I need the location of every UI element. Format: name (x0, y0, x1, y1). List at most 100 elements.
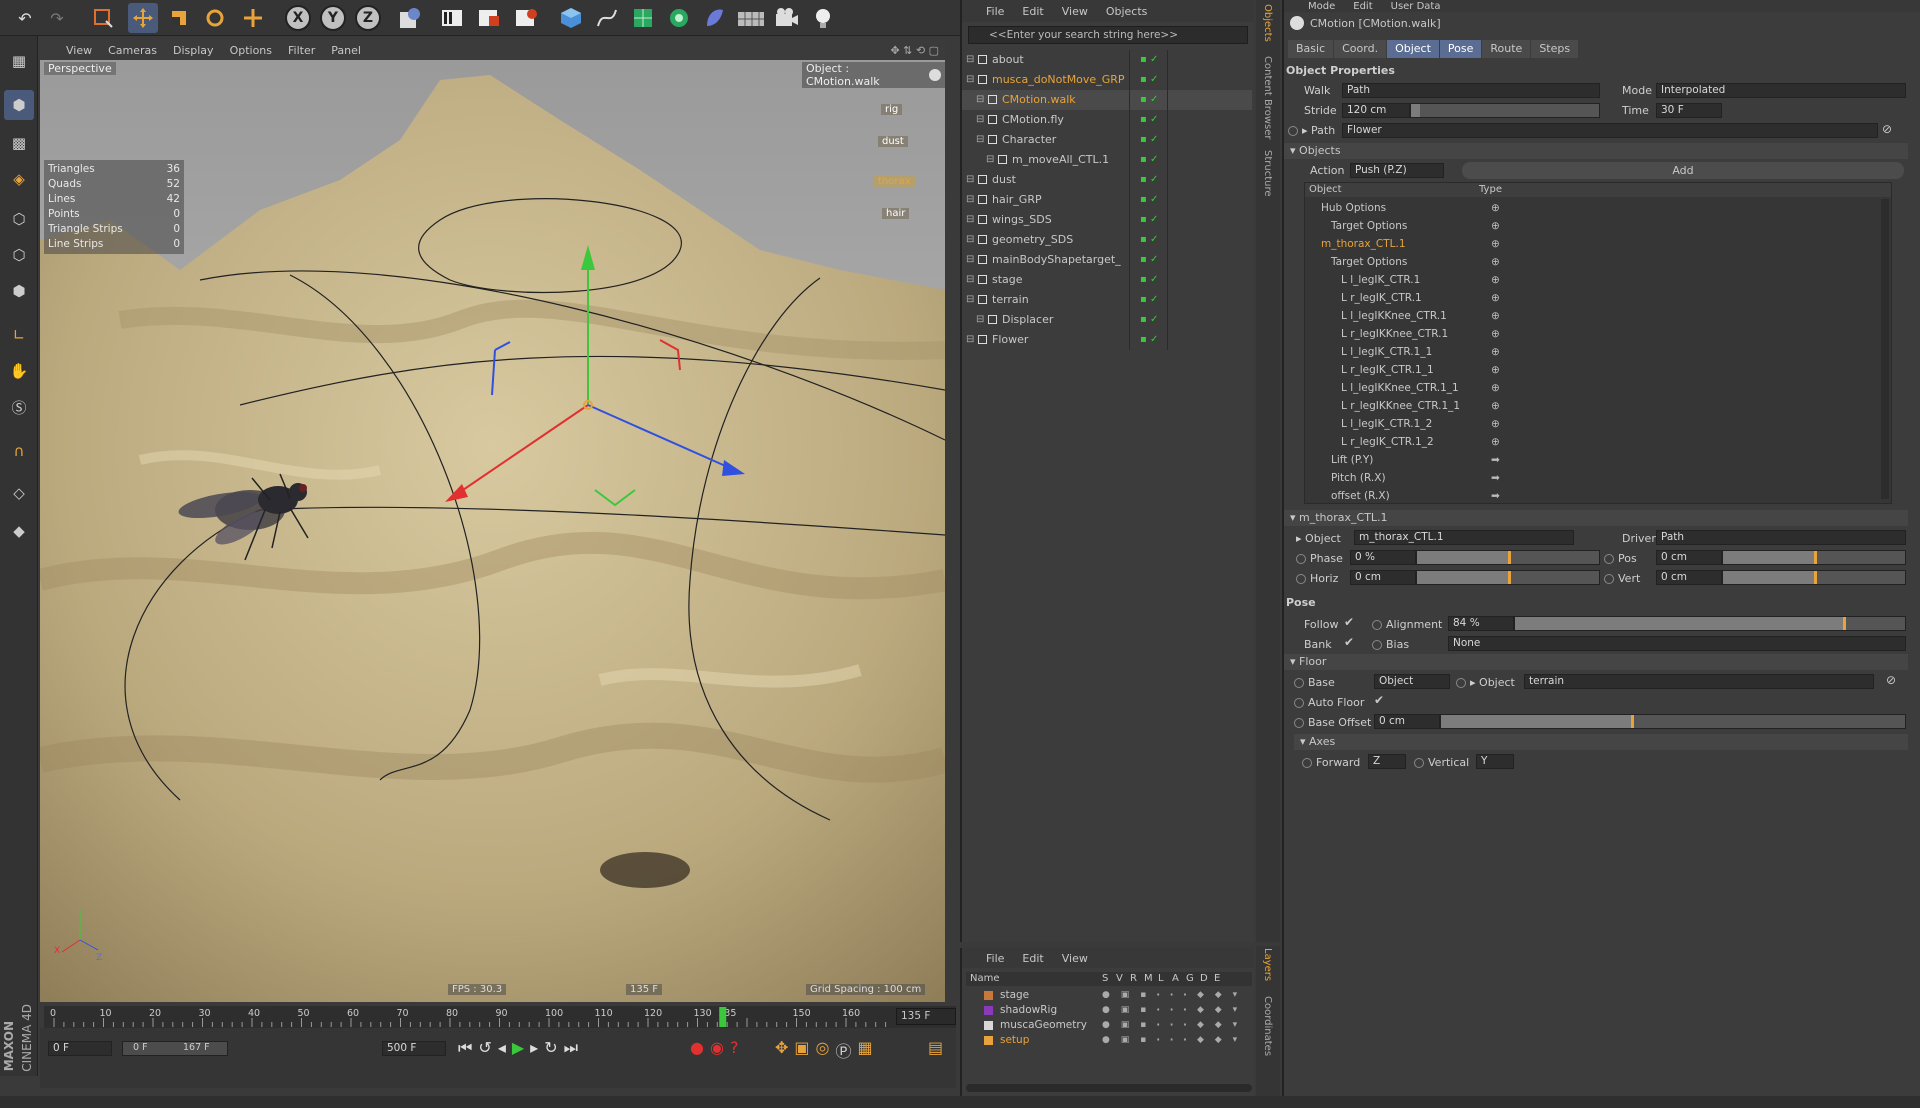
visibility-toggle[interactable]: ▪ ✓ (1140, 130, 1158, 150)
baseoffset-slider[interactable] (1440, 714, 1906, 729)
om-item[interactable]: ⊟ Character ▪ ✓ (962, 130, 1252, 150)
autofloor-checkbox[interactable]: ✔ (1374, 693, 1384, 707)
expand-icon[interactable]: ⊟ (966, 250, 974, 270)
tree-item[interactable]: L l_legIKKnee_CTR.1 ⊕ (1305, 307, 1879, 325)
previous-key-icon[interactable]: ↺ (478, 1038, 491, 1058)
vertical-dropdown[interactable]: Y (1476, 754, 1514, 769)
tab-pose[interactable]: Pose (1439, 40, 1482, 58)
tab-object[interactable]: Object (1387, 40, 1439, 58)
tree-item[interactable]: L l_legIK_CTR.1 ⊕ (1305, 271, 1879, 289)
viewport-nav-icons[interactable]: ✥ ⇅ ⟲ ▢ (890, 44, 939, 57)
add-button[interactable]: Add (1462, 162, 1904, 179)
deformer-icon[interactable] (700, 3, 730, 33)
next-frame-icon[interactable]: ▸ (530, 1038, 538, 1058)
viewport-menu-view[interactable]: View (66, 44, 92, 57)
world-coordinates-icon[interactable] (395, 3, 425, 33)
visibility-toggle[interactable]: ▪ ✓ (1140, 90, 1158, 110)
expand-icon[interactable]: ⊟ (966, 190, 974, 210)
live-selection-icon[interactable] (88, 3, 118, 33)
tree-item[interactable]: Lift (P.Y) ➡ (1305, 451, 1879, 469)
visibility-toggle[interactable]: ▪ ✓ (1140, 110, 1158, 130)
path-link-field[interactable]: Flower (1342, 123, 1878, 138)
tab-content-browser[interactable]: Content Browser (1262, 56, 1273, 139)
overlay-thorax-button[interactable]: thorax (874, 176, 915, 187)
polygons-mode-icon[interactable]: ⬢ (4, 276, 34, 306)
pos-slider[interactable] (1722, 550, 1906, 565)
axis-mode-icon[interactable]: ∟ (4, 320, 34, 350)
om-item[interactable]: ⊟ hair_GRP ▪ ✓ (962, 190, 1252, 210)
end-frame-field[interactable]: 500 F (382, 1041, 446, 1056)
horiz-field[interactable]: 0 cm (1350, 570, 1416, 585)
axes-section-header[interactable]: ▾ Axes (1294, 734, 1908, 750)
visibility-toggle[interactable]: ▪ ✓ (1140, 170, 1158, 190)
visibility-toggle[interactable]: ▪ ✓ (1140, 150, 1158, 170)
overlay-dust-button[interactable]: dust (878, 136, 908, 147)
om-item[interactable]: ⊟ stage ▪ ✓ (962, 270, 1252, 290)
thorax-section-header[interactable]: ▾ m_thorax_CTL.1 (1284, 510, 1908, 526)
array-icon[interactable] (664, 3, 694, 33)
expand-icon[interactable]: ⊟ (976, 110, 984, 130)
autokey-icon[interactable]: ◉ (710, 1038, 724, 1057)
timeline-ruler[interactable]: 0 10 20 30 40 50 60 70 80 90 100 110 120 130 135 150 160… (44, 1006, 956, 1028)
workplane-icon[interactable]: ◈ (4, 164, 34, 194)
thorax-object-field[interactable]: m_thorax_CTL.1 (1354, 530, 1574, 545)
action-dropdown[interactable]: Push (P.Z) (1350, 163, 1444, 178)
expand-icon[interactable]: ⊟ (976, 310, 984, 330)
floor-pick-icon[interactable]: ⊘ (1886, 673, 1896, 687)
layer-color-swatch[interactable] (984, 1036, 993, 1045)
om-item[interactable]: ⊟ geometry_SDS ▪ ✓ (962, 230, 1252, 250)
timeline-window-icon[interactable]: ▤ (928, 1038, 943, 1057)
layer-toggle-icons[interactable]: ● ▣ ▪ ⬝ ⬝ ⬝ ◆ ◆ ▾ (1102, 988, 1241, 1003)
tree-scrollbar[interactable] (1881, 199, 1889, 499)
lm-menu-file[interactable]: File (986, 952, 1004, 965)
undo-icon[interactable]: ↶ (10, 3, 40, 33)
path-pick-icon[interactable]: ⊘ (1882, 122, 1892, 136)
redo-icon[interactable]: ↷ (42, 3, 72, 33)
camera-icon[interactable] (772, 3, 802, 33)
tab-basic[interactable]: Basic (1288, 40, 1334, 58)
cube-icon[interactable] (556, 3, 586, 33)
layer-color-swatch[interactable] (984, 1006, 993, 1015)
overlay-hair-button[interactable]: hair (882, 208, 910, 219)
keyframe-selection-icon[interactable]: ? (730, 1038, 739, 1057)
viewport-menu-display[interactable]: Display (173, 44, 214, 57)
om-item[interactable]: ⊟ CMotion.walk ▪ ✓ (962, 90, 1252, 110)
play-icon[interactable]: ▶ (512, 1038, 524, 1058)
objects-section-header[interactable]: ▾ Objects (1284, 143, 1908, 159)
tree-item[interactable]: L l_legIK_CTR.1_2 ⊕ (1305, 415, 1879, 433)
om-item[interactable]: ⊟ about ▪ ✓ (962, 50, 1252, 70)
viewport-menu-options[interactable]: Options (230, 44, 272, 57)
light-icon[interactable] (808, 3, 838, 33)
overlay-rig-button[interactable]: rig (881, 104, 903, 115)
record-rotation-icon[interactable]: ◎ (816, 1038, 830, 1062)
record-pla-icon[interactable]: ▦ (858, 1038, 873, 1062)
layer-row[interactable]: stage ● ▣ ▪ ⬝ ⬝ ⬝ ◆ ◆ ▾ (966, 988, 1252, 1003)
tab-coordinates[interactable]: Coordinates (1262, 996, 1273, 1056)
tree-item[interactable]: L l_legIK_CTR.1_1 ⊕ (1305, 343, 1879, 361)
visibility-toggle[interactable]: ▪ ✓ (1140, 330, 1158, 350)
alignment-field[interactable]: 84 % (1448, 616, 1514, 631)
expand-icon[interactable]: ⊟ (966, 290, 974, 310)
recent-tool-icon[interactable] (238, 3, 268, 33)
tree-item[interactable]: Target Options ⊕ (1305, 253, 1879, 271)
next-key-icon[interactable]: ↻ (544, 1038, 557, 1058)
om-item[interactable]: ⊟ musca_doNotMove_GRP ▪ ✓ (962, 70, 1252, 90)
viewport-menu-cameras[interactable]: Cameras (108, 44, 157, 57)
mode-dropdown[interactable]: Interpolated (1656, 83, 1906, 98)
planar-workplane-icon[interactable]: ◇ (4, 478, 34, 508)
tab-coord[interactable]: Coord. (1334, 40, 1387, 58)
render-view-icon[interactable] (437, 3, 467, 33)
visibility-toggle[interactable]: ▪ ✓ (1140, 50, 1158, 70)
previous-frame-icon[interactable]: ◂ (498, 1038, 506, 1058)
expand-icon[interactable]: ⊟ (986, 150, 994, 170)
render-settings-icon[interactable] (511, 3, 541, 33)
rotate-icon[interactable] (200, 3, 230, 33)
om-item[interactable]: ⊟ m_moveAll_CTL.1 ▪ ✓ (962, 150, 1252, 170)
pen-spline-icon[interactable] (592, 3, 622, 33)
visibility-toggle[interactable]: ▪ ✓ (1140, 270, 1158, 290)
tree-item[interactable]: L r_legIKKnee_CTR.1_1 ⊕ (1305, 397, 1879, 415)
tab-structure[interactable]: Structure (1262, 150, 1273, 197)
tree-item[interactable]: Pitch (R.X) ➡ (1305, 469, 1879, 487)
expand-icon[interactable]: ⊟ (966, 50, 974, 70)
floor-object-field[interactable]: terrain (1524, 674, 1874, 689)
